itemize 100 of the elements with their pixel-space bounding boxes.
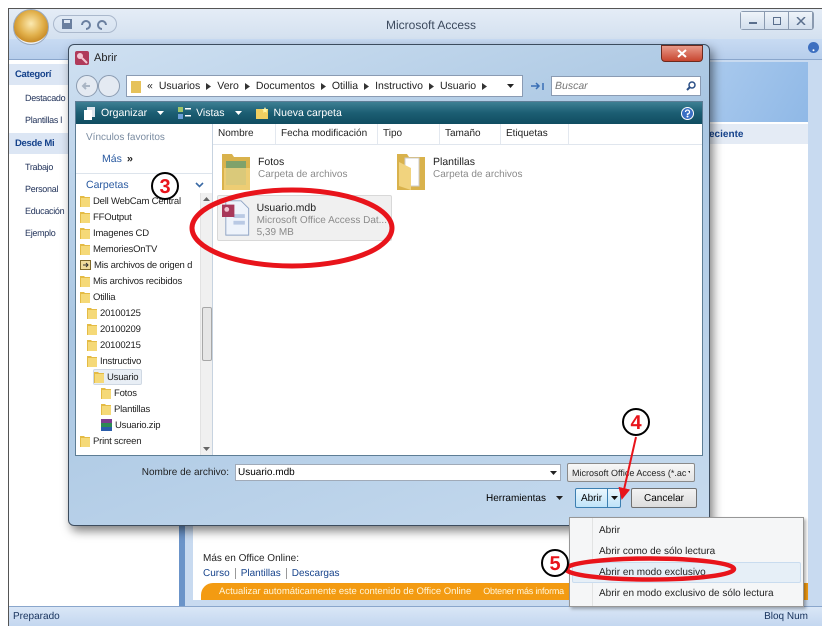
section-heading: Vínculos favoritos [85, 131, 166, 143]
chevron-icon[interactable] [428, 82, 434, 90]
chevron-icon[interactable] [364, 82, 370, 90]
help-icon[interactable] [681, 106, 694, 120]
chevron-icon[interactable] [244, 82, 250, 90]
menu-item[interactable]: Abrir [572, 520, 801, 541]
folder-icon [101, 403, 111, 415]
column-header[interactable]: Fecha modificación [276, 124, 378, 144]
tree-item[interactable]: Usuario [93, 369, 142, 385]
close-button[interactable] [789, 12, 813, 29]
link[interactable]: Curso [203, 568, 235, 579]
undo-icon[interactable] [78, 17, 92, 31]
tree-item[interactable]: Imagenes CD [79, 225, 153, 241]
caret-icon [688, 470, 690, 474]
column-heading: eciente [709, 129, 744, 140]
scroll-thumb[interactable] [202, 307, 212, 361]
folder-icon [80, 243, 90, 255]
tree-item[interactable]: Print screen [79, 433, 146, 449]
status-indicator: Bloq Num [764, 611, 808, 622]
folder-icon [94, 371, 104, 383]
window-title: Microsoft Access [386, 18, 476, 32]
chevron-icon[interactable] [320, 82, 326, 90]
file-detail: Microsoft Office Access Dat... [256, 215, 387, 226]
folder-icon [101, 387, 111, 399]
tree-item[interactable]: FFOutput [79, 209, 136, 225]
key-icon [75, 51, 89, 65]
close-icon [677, 49, 687, 58]
tree-item[interactable]: 20100209 [86, 321, 145, 337]
toolbar-button[interactable]: Vistas [174, 107, 246, 119]
redo-icon[interactable] [96, 17, 110, 31]
tree-item[interactable]: 20100125 [86, 305, 145, 321]
address-bar[interactable]: « Usuarios Vero Documentos Otillia Instructivo Usuario [126, 75, 523, 97]
breadcrumb-item[interactable]: Instructivo [375, 80, 423, 92]
breadcrumb-item[interactable]: Documentos [256, 80, 315, 92]
tools-button[interactable]: Herramientas [486, 492, 563, 504]
close-icon [796, 16, 806, 24]
archive-icon [101, 419, 112, 431]
tree-item[interactable]: 20100215 [86, 337, 145, 353]
caret-icon [610, 496, 618, 500]
tree-item[interactable]: Instructivo [86, 353, 146, 369]
column-header[interactable]: Nombre [213, 124, 276, 144]
folder-icon [87, 323, 97, 335]
field-label: Nombre de archivo: [140, 467, 229, 478]
breadcrumb-item[interactable]: Vero [217, 80, 239, 92]
more-link[interactable]: Más [102, 153, 122, 165]
banner-text: Actualizar automáticamente este contenido de Office Online [219, 586, 472, 597]
folder-icon [80, 227, 90, 239]
file-name: Usuario.mdb [256, 202, 318, 214]
file-tile[interactable]: Plantillas Carpeta de archivos [392, 149, 567, 193]
tree-item[interactable]: Mis archivos de origen d [79, 257, 196, 273]
chevron-icon[interactable] [195, 182, 204, 188]
maximize-button[interactable] [765, 12, 789, 29]
tree-item[interactable]: Usuario.zip [100, 417, 164, 433]
column-header[interactable]: Tamaño [440, 124, 501, 144]
caret-icon [556, 496, 563, 500]
section-heading: Más en Office Online: [203, 553, 299, 564]
dropdown-icon[interactable] [507, 84, 514, 88]
toolbar-button[interactable]: Nueva carpeta [252, 107, 346, 119]
folder-icon [80, 291, 90, 303]
menu-item[interactable]: Abrir en modo exclusivo de sólo lectura [572, 583, 801, 604]
help-icon[interactable] [808, 42, 819, 53]
menu-item[interactable]: Abrir como de sólo lectura [572, 541, 801, 562]
tree-item[interactable]: Otillia [79, 289, 120, 305]
column-header[interactable]: Etiquetas [501, 124, 569, 144]
tree-item[interactable]: Plantillas [100, 401, 154, 417]
file-detail: Carpeta de archivos [258, 169, 348, 180]
breadcrumb-item[interactable]: Otillia [332, 80, 358, 92]
refresh-icon[interactable] [530, 81, 544, 91]
file-name: Plantillas [433, 156, 476, 168]
chevron-icon[interactable] [206, 82, 212, 90]
folder-icon [80, 435, 90, 447]
status-text: Preparado [13, 611, 60, 622]
link[interactable]: Descargas [286, 568, 345, 579]
minimize-button[interactable] [741, 12, 765, 29]
tree-item[interactable]: Fotos [100, 385, 141, 401]
cancel-button[interactable]: Cancelar [631, 488, 697, 508]
file-tile[interactable]: Fotos Carpeta de archivos [217, 149, 392, 193]
dialog-title: Abrir [94, 52, 118, 64]
folder-icon [87, 339, 97, 351]
column-header[interactable]: Tipo [378, 124, 440, 144]
tree-item[interactable]: MemoriesOnTV [79, 241, 162, 257]
folder-icon [80, 275, 90, 287]
save-icon[interactable] [60, 17, 74, 31]
folder-icon [87, 355, 97, 367]
section-heading[interactable]: Carpetas [86, 179, 129, 191]
tree-item[interactable]: Mis archivos recibidos [79, 273, 186, 289]
scroll-down-icon[interactable] [203, 447, 210, 451]
file-tile[interactable]: Usuario.mdb Microsoft Office Access Dat... 5,39 MB [217, 195, 392, 241]
close-button[interactable] [661, 45, 703, 62]
folder-icon [87, 307, 97, 319]
chevron-icon[interactable] [482, 82, 488, 90]
toolbar-button[interactable]: Organizar [80, 106, 168, 120]
breadcrumb-item[interactable]: Usuario [440, 80, 476, 92]
scroll-up-icon[interactable] [203, 197, 210, 201]
maximize-icon [772, 16, 782, 24]
link[interactable]: Plantillas [234, 568, 286, 579]
folder-icon [80, 211, 90, 223]
more-glyph[interactable]: » [126, 153, 133, 165]
database-file-icon [222, 198, 251, 236]
file-detail: Carpeta de archivos [433, 169, 522, 180]
